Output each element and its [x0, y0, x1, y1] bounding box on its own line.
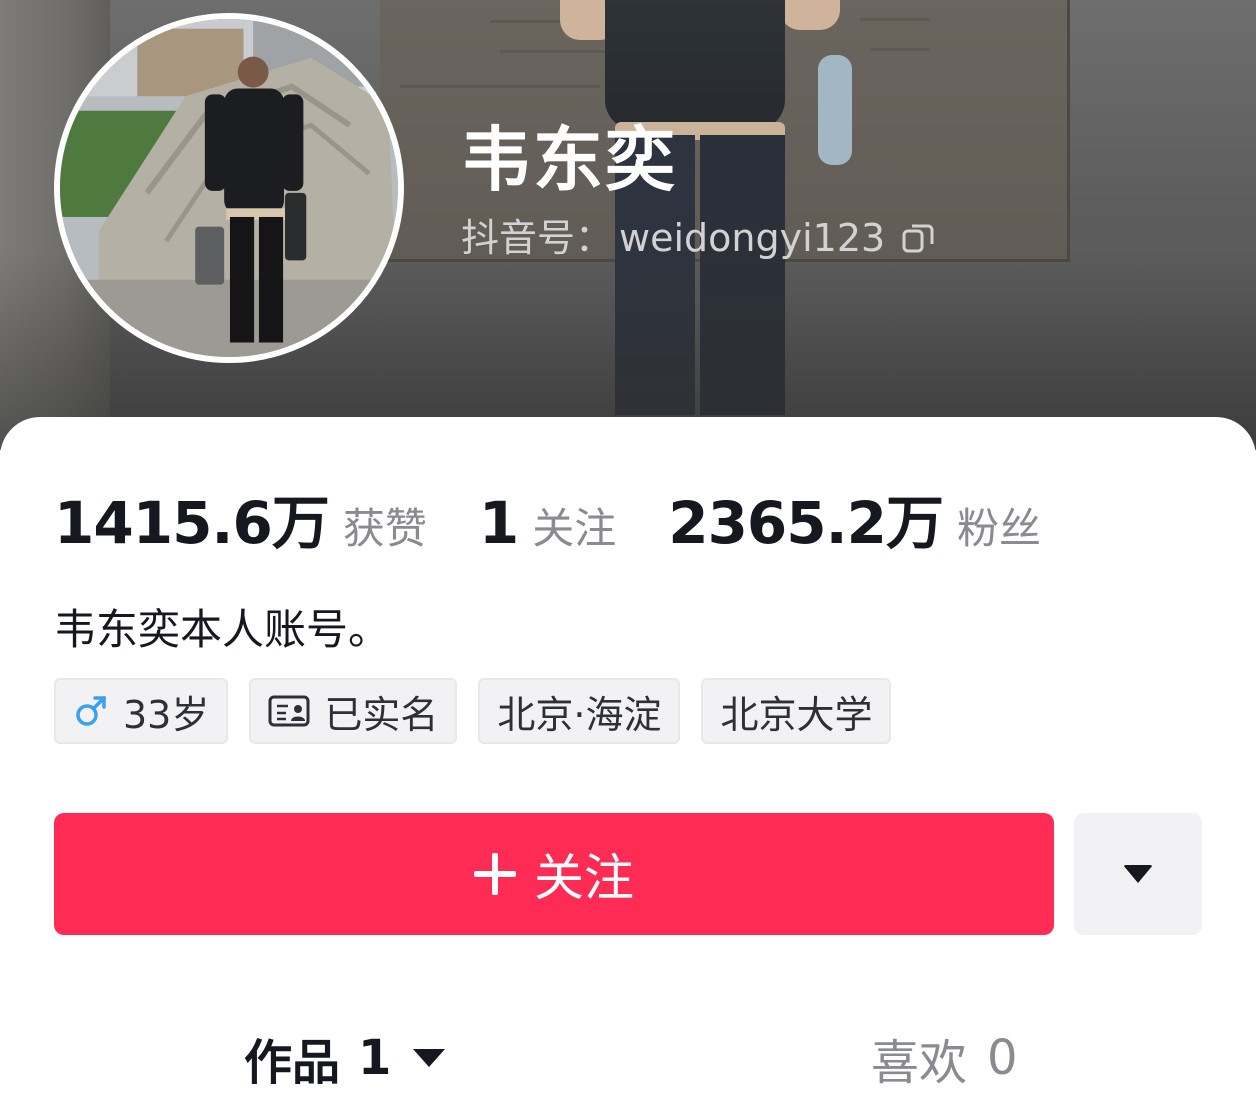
plus-icon [474, 853, 516, 895]
tag-verified-label: 已实名 [324, 692, 439, 737]
stat-following-label: 关注 [532, 504, 617, 553]
stat-followers-label: 粉丝 [957, 504, 1042, 553]
tab-likes-label: 喜欢 [871, 1035, 968, 1091]
caret-down-icon [1123, 865, 1153, 883]
tab-likes-count: 0 [987, 1030, 1018, 1086]
tag-age-label: 33岁 [123, 692, 210, 737]
stat-following[interactable]: 1 关注 [479, 489, 616, 557]
profile-id-value: weidongyi123 [619, 216, 886, 260]
tag-school-label: 北京大学 [720, 692, 873, 737]
copy-icon[interactable] [901, 221, 935, 255]
stat-likes-label: 获赞 [342, 504, 427, 553]
tag-verified: 已实名 [249, 678, 458, 744]
tab-works[interactable]: 作品 1 [244, 1028, 446, 1091]
tag-location: 北京·海淀 [478, 678, 681, 744]
profile-stats: 1415.6万 获赞 1 关注 2365.2万 粉丝 [54, 476, 1093, 557]
avatar[interactable] [54, 13, 404, 363]
avatar-photo [60, 19, 398, 357]
stat-followers-value: 2365.2万 [668, 489, 944, 557]
follow-button[interactable]: 关注 [54, 813, 1054, 935]
tag-age: 33岁 [54, 678, 229, 744]
tab-works-label: 作品 [244, 1035, 341, 1091]
tab-works-count: 1 [358, 1030, 392, 1086]
follow-button-label: 关注 [534, 849, 634, 907]
tag-school: 北京大学 [701, 678, 892, 744]
tab-likes[interactable]: 喜欢 0 [871, 1028, 1018, 1091]
profile-bio: 韦东奕本人账号。 [54, 605, 391, 654]
stat-followers[interactable]: 2365.2万 粉丝 [668, 476, 1041, 560]
banner-person-arm [780, 0, 840, 30]
tag-location-label: 北京·海淀 [497, 692, 662, 737]
profile-id-label: 抖音号： [461, 216, 614, 260]
stat-following-value: 1 [478, 489, 519, 557]
profile-name: 韦东奕 [461, 119, 677, 201]
id-card-icon [268, 694, 310, 728]
banner-person [605, 0, 785, 130]
male-icon [73, 693, 109, 729]
profile-tags: 33岁 已实名 北京·海淀 北京大学 [54, 678, 892, 744]
stat-likes-value: 1415.6万 [54, 489, 330, 557]
stat-likes[interactable]: 1415.6万 获赞 [54, 476, 427, 560]
caret-down-icon [413, 1049, 446, 1067]
banner-mask [818, 55, 852, 165]
profile-id: 抖音号： weidongyi123 [461, 214, 935, 262]
more-options-button[interactable] [1074, 813, 1202, 935]
